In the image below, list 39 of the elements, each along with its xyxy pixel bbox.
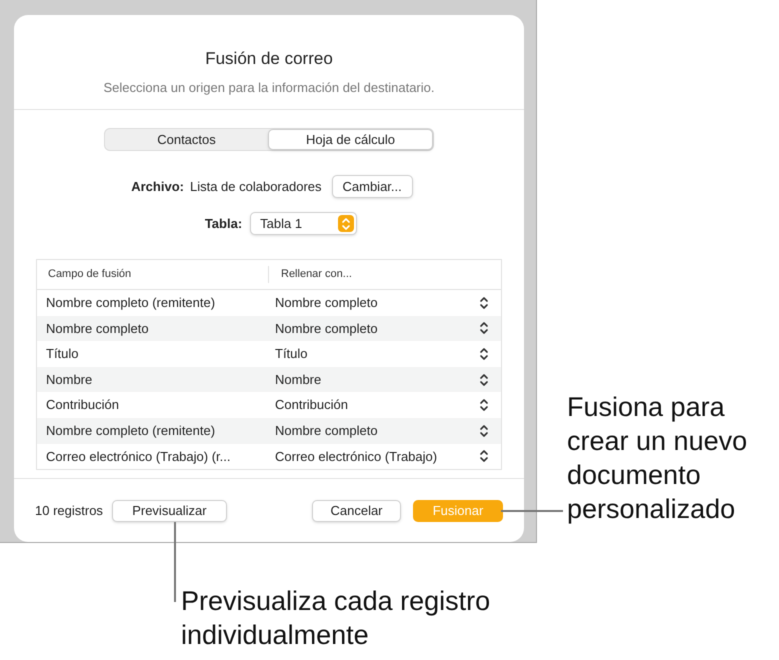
fill-popup[interactable]: Nombre completo	[275, 318, 501, 338]
stepper-icon	[479, 449, 489, 464]
stepper-icon	[479, 424, 489, 438]
fill-popup[interactable]: Contribución	[275, 395, 501, 415]
dialog-title: Fusión de correo	[205, 48, 333, 70]
fill-popup[interactable]: Nombre completo	[275, 421, 501, 441]
stepper-icon	[479, 372, 489, 387]
source-tab[interactable]: Hoja de cálculo	[268, 129, 433, 150]
table-select[interactable]: Tabla 1	[250, 212, 358, 235]
file-name: Lista de colaboradores	[190, 178, 322, 196]
table-cell-text: Nombre completo (remitente)	[45, 294, 216, 312]
table-cell-text: Nombre completo (remitente)	[45, 422, 216, 440]
column-header: Campo de fusión	[37, 266, 269, 283]
stepper-icon	[341, 216, 352, 230]
table-cell-text: Nombre	[45, 370, 94, 389]
source-tab[interactable]: Contactos	[105, 129, 268, 150]
file-label: Archivo:	[131, 178, 184, 196]
callout-text: Fusiona para crear un nuevo documento personalizado	[567, 391, 748, 526]
record-count: 10 registros	[35, 502, 103, 520]
fill-popup[interactable]: Título	[275, 344, 501, 364]
stepper-icon	[479, 321, 489, 336]
preview-button[interactable]: Previsualizar	[112, 500, 227, 522]
table-cell-text: Contribución	[45, 396, 120, 414]
fill-popup[interactable]: Nombre	[275, 370, 501, 390]
callout-text: Previsualiza cada registro individualmente	[181, 585, 492, 652]
dialog-subtitle: Selecciona un origen para la información del destinatario.	[104, 78, 434, 97]
cancel-button[interactable]: Cancelar	[312, 500, 401, 522]
fill-popup[interactable]: Correo electrónico (Trabajo)	[275, 446, 501, 466]
table-label: Tabla:	[204, 214, 242, 233]
stepper-icon	[479, 346, 489, 361]
stepper-icon	[479, 398, 489, 412]
leader-line	[501, 510, 563, 512]
fill-popup[interactable]: Nombre completo	[275, 293, 501, 313]
table-cell-text: Título	[45, 345, 80, 364]
column-header: Rellenar con...	[280, 267, 352, 282]
table-cell-text: Correo electrónico (Trabajo) (r...	[45, 448, 232, 466]
change-button[interactable]: Cambiar...	[332, 175, 413, 198]
stepper-icon	[479, 296, 489, 310]
table-cell-text: Nombre completo	[45, 320, 150, 338]
